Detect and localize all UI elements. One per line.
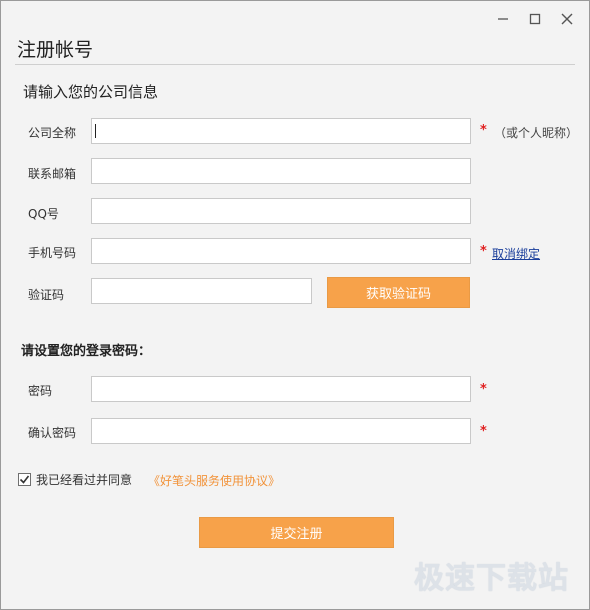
password-label: 密码 <box>28 384 53 398</box>
minimize-icon[interactable] <box>487 7 519 31</box>
window-controls <box>487 7 583 31</box>
password-input[interactable] <box>91 376 471 402</box>
unbind-link[interactable]: 取消绑定 <box>492 245 540 262</box>
required-mark: * <box>480 382 487 397</box>
confirm-password-label: 确认密码 <box>28 426 77 440</box>
company-name-input[interactable] <box>91 118 471 144</box>
company-section-heading: 请输入您的公司信息 <box>23 83 159 101</box>
password-section-heading: 请设置您的登录密码： <box>21 344 152 359</box>
email-label: 联系邮箱 <box>28 167 77 181</box>
title-divider <box>15 64 575 65</box>
close-icon[interactable] <box>551 7 583 31</box>
verify-code-label: 验证码 <box>28 288 65 302</box>
agree-text: 我已经看过并同意 <box>36 473 133 487</box>
register-dialog: 注册帐号 请输入您的公司信息 公司全称 * （或个人昵称） 联系邮箱 QQ号 手… <box>0 0 590 610</box>
site-watermark: 极速下载站 <box>414 561 569 596</box>
phone-input[interactable] <box>91 238 471 264</box>
confirm-password-input[interactable] <box>91 418 471 444</box>
submit-register-button[interactable]: 提交注册 <box>199 517 394 548</box>
required-mark: * <box>480 244 487 259</box>
check-icon <box>19 475 30 484</box>
qq-input[interactable] <box>91 198 471 224</box>
qq-label: QQ号 <box>28 207 59 221</box>
email-input[interactable] <box>91 158 471 184</box>
service-agreement-link[interactable]: 《好笔头服务使用协议》 <box>148 472 280 489</box>
nickname-note: （或个人昵称） <box>494 126 579 140</box>
company-name-label: 公司全称 <box>28 126 77 140</box>
maximize-icon[interactable] <box>519 7 551 31</box>
phone-label: 手机号码 <box>28 246 77 260</box>
verify-code-input[interactable] <box>91 278 312 304</box>
dialog-title: 注册帐号 <box>17 39 94 61</box>
required-mark: * <box>480 123 487 138</box>
agree-checkbox[interactable] <box>18 473 31 486</box>
agreement-row: 我已经看过并同意 <box>18 471 132 488</box>
get-code-button[interactable]: 获取验证码 <box>327 277 470 308</box>
text-caret <box>95 124 96 138</box>
required-mark: * <box>480 424 487 439</box>
